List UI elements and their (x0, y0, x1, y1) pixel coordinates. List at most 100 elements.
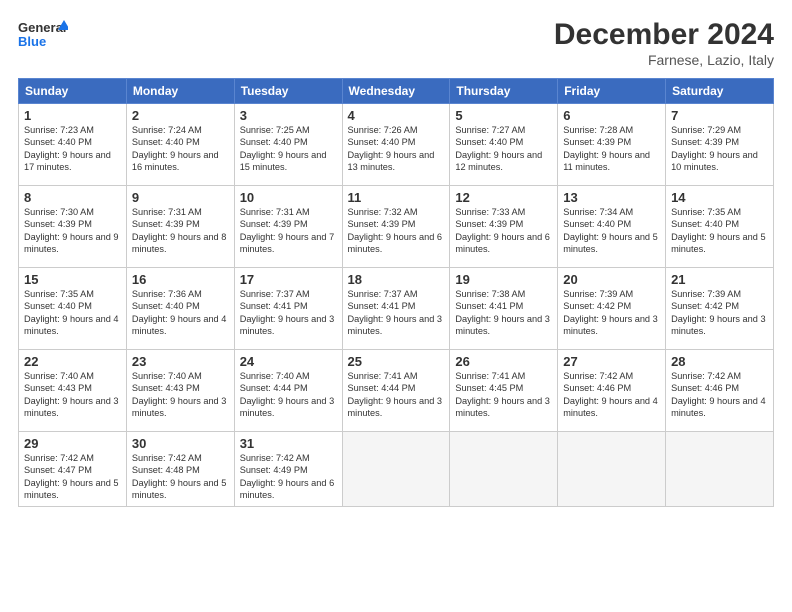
day-info: Sunrise: 7:35 AMSunset: 4:40 PMDaylight:… (671, 206, 768, 256)
day-number: 1 (24, 108, 121, 123)
table-row: 29Sunrise: 7:42 AMSunset: 4:47 PMDayligh… (19, 432, 127, 507)
table-row: 4Sunrise: 7:26 AMSunset: 4:40 PMDaylight… (342, 104, 450, 186)
day-info: Sunrise: 7:36 AMSunset: 4:40 PMDaylight:… (132, 288, 229, 338)
day-info: Sunrise: 7:41 AMSunset: 4:45 PMDaylight:… (455, 370, 552, 420)
day-number: 15 (24, 272, 121, 287)
table-row: 3Sunrise: 7:25 AMSunset: 4:40 PMDaylight… (234, 104, 342, 186)
location: Farnese, Lazio, Italy (554, 52, 774, 68)
day-info: Sunrise: 7:24 AMSunset: 4:40 PMDaylight:… (132, 124, 229, 174)
table-row (450, 432, 558, 507)
table-row: 9Sunrise: 7:31 AMSunset: 4:39 PMDaylight… (126, 186, 234, 268)
table-row: 5Sunrise: 7:27 AMSunset: 4:40 PMDaylight… (450, 104, 558, 186)
day-number: 12 (455, 190, 552, 205)
day-number: 23 (132, 354, 229, 369)
day-number: 21 (671, 272, 768, 287)
week-row-5: 29Sunrise: 7:42 AMSunset: 4:47 PMDayligh… (19, 432, 774, 507)
day-info: Sunrise: 7:25 AMSunset: 4:40 PMDaylight:… (240, 124, 337, 174)
day-number: 26 (455, 354, 552, 369)
week-row-1: 1Sunrise: 7:23 AMSunset: 4:40 PMDaylight… (19, 104, 774, 186)
month-title: December 2024 (554, 18, 774, 52)
week-row-2: 8Sunrise: 7:30 AMSunset: 4:39 PMDaylight… (19, 186, 774, 268)
day-info: Sunrise: 7:42 AMSunset: 4:48 PMDaylight:… (132, 452, 229, 502)
table-row: 7Sunrise: 7:29 AMSunset: 4:39 PMDaylight… (666, 104, 774, 186)
col-monday: Monday (126, 79, 234, 104)
table-row: 19Sunrise: 7:38 AMSunset: 4:41 PMDayligh… (450, 268, 558, 350)
logo: General Blue (18, 18, 68, 54)
day-number: 28 (671, 354, 768, 369)
table-row: 26Sunrise: 7:41 AMSunset: 4:45 PMDayligh… (450, 350, 558, 432)
day-number: 17 (240, 272, 337, 287)
day-number: 8 (24, 190, 121, 205)
svg-text:General: General (18, 20, 66, 35)
week-row-4: 22Sunrise: 7:40 AMSunset: 4:43 PMDayligh… (19, 350, 774, 432)
table-row: 31Sunrise: 7:42 AMSunset: 4:49 PMDayligh… (234, 432, 342, 507)
table-row: 10Sunrise: 7:31 AMSunset: 4:39 PMDayligh… (234, 186, 342, 268)
day-number: 31 (240, 436, 337, 451)
day-number: 2 (132, 108, 229, 123)
day-info: Sunrise: 7:42 AMSunset: 4:49 PMDaylight:… (240, 452, 337, 502)
table-row: 24Sunrise: 7:40 AMSunset: 4:44 PMDayligh… (234, 350, 342, 432)
day-info: Sunrise: 7:42 AMSunset: 4:46 PMDaylight:… (563, 370, 660, 420)
table-row: 21Sunrise: 7:39 AMSunset: 4:42 PMDayligh… (666, 268, 774, 350)
day-info: Sunrise: 7:28 AMSunset: 4:39 PMDaylight:… (563, 124, 660, 174)
day-number: 24 (240, 354, 337, 369)
day-number: 16 (132, 272, 229, 287)
day-number: 19 (455, 272, 552, 287)
table-row: 16Sunrise: 7:36 AMSunset: 4:40 PMDayligh… (126, 268, 234, 350)
day-info: Sunrise: 7:40 AMSunset: 4:44 PMDaylight:… (240, 370, 337, 420)
day-number: 27 (563, 354, 660, 369)
day-number: 10 (240, 190, 337, 205)
table-row: 11Sunrise: 7:32 AMSunset: 4:39 PMDayligh… (342, 186, 450, 268)
logo-svg: General Blue (18, 18, 68, 54)
col-sunday: Sunday (19, 79, 127, 104)
col-tuesday: Tuesday (234, 79, 342, 104)
col-wednesday: Wednesday (342, 79, 450, 104)
week-row-3: 15Sunrise: 7:35 AMSunset: 4:40 PMDayligh… (19, 268, 774, 350)
table-row: 18Sunrise: 7:37 AMSunset: 4:41 PMDayligh… (342, 268, 450, 350)
table-row (558, 432, 666, 507)
day-info: Sunrise: 7:37 AMSunset: 4:41 PMDaylight:… (348, 288, 445, 338)
day-info: Sunrise: 7:32 AMSunset: 4:39 PMDaylight:… (348, 206, 445, 256)
day-number: 5 (455, 108, 552, 123)
day-info: Sunrise: 7:30 AMSunset: 4:39 PMDaylight:… (24, 206, 121, 256)
day-number: 3 (240, 108, 337, 123)
table-row: 15Sunrise: 7:35 AMSunset: 4:40 PMDayligh… (19, 268, 127, 350)
table-row: 17Sunrise: 7:37 AMSunset: 4:41 PMDayligh… (234, 268, 342, 350)
header-row: Sunday Monday Tuesday Wednesday Thursday… (19, 79, 774, 104)
day-info: Sunrise: 7:27 AMSunset: 4:40 PMDaylight:… (455, 124, 552, 174)
table-row: 8Sunrise: 7:30 AMSunset: 4:39 PMDaylight… (19, 186, 127, 268)
table-row: 13Sunrise: 7:34 AMSunset: 4:40 PMDayligh… (558, 186, 666, 268)
day-number: 29 (24, 436, 121, 451)
day-info: Sunrise: 7:42 AMSunset: 4:46 PMDaylight:… (671, 370, 768, 420)
table-row (342, 432, 450, 507)
table-row: 20Sunrise: 7:39 AMSunset: 4:42 PMDayligh… (558, 268, 666, 350)
day-info: Sunrise: 7:41 AMSunset: 4:44 PMDaylight:… (348, 370, 445, 420)
day-info: Sunrise: 7:40 AMSunset: 4:43 PMDaylight:… (132, 370, 229, 420)
table-row (666, 432, 774, 507)
day-info: Sunrise: 7:33 AMSunset: 4:39 PMDaylight:… (455, 206, 552, 256)
table-row: 1Sunrise: 7:23 AMSunset: 4:40 PMDaylight… (19, 104, 127, 186)
day-number: 30 (132, 436, 229, 451)
header: General Blue December 2024 Farnese, Lazi… (18, 18, 774, 68)
day-info: Sunrise: 7:42 AMSunset: 4:47 PMDaylight:… (24, 452, 121, 502)
day-number: 13 (563, 190, 660, 205)
day-info: Sunrise: 7:29 AMSunset: 4:39 PMDaylight:… (671, 124, 768, 174)
day-info: Sunrise: 7:31 AMSunset: 4:39 PMDaylight:… (240, 206, 337, 256)
day-number: 14 (671, 190, 768, 205)
table-row: 27Sunrise: 7:42 AMSunset: 4:46 PMDayligh… (558, 350, 666, 432)
day-info: Sunrise: 7:40 AMSunset: 4:43 PMDaylight:… (24, 370, 121, 420)
day-number: 4 (348, 108, 445, 123)
table-row: 2Sunrise: 7:24 AMSunset: 4:40 PMDaylight… (126, 104, 234, 186)
col-thursday: Thursday (450, 79, 558, 104)
table-row: 30Sunrise: 7:42 AMSunset: 4:48 PMDayligh… (126, 432, 234, 507)
day-number: 6 (563, 108, 660, 123)
table-row: 14Sunrise: 7:35 AMSunset: 4:40 PMDayligh… (666, 186, 774, 268)
day-number: 7 (671, 108, 768, 123)
page: General Blue December 2024 Farnese, Lazi… (0, 0, 792, 612)
day-number: 9 (132, 190, 229, 205)
day-number: 22 (24, 354, 121, 369)
svg-text:Blue: Blue (18, 34, 46, 49)
table-row: 23Sunrise: 7:40 AMSunset: 4:43 PMDayligh… (126, 350, 234, 432)
table-row: 12Sunrise: 7:33 AMSunset: 4:39 PMDayligh… (450, 186, 558, 268)
day-number: 20 (563, 272, 660, 287)
